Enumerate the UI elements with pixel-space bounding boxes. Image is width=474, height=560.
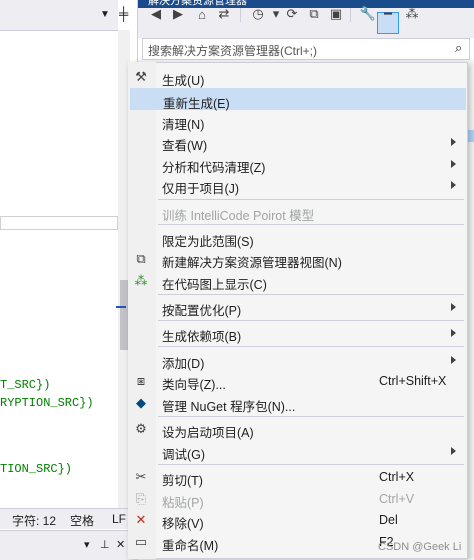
menu-item-paste: ⎘ 粘贴(P) Ctrl+V [130, 488, 466, 510]
menu-item-build-dependencies[interactable]: 生成依赖项(B) [130, 322, 466, 344]
menu-separator [158, 416, 464, 417]
status-whitespace[interactable]: 空格 [70, 512, 94, 529]
split-icon[interactable]: ╪ [119, 6, 128, 21]
menu-item-label: 生成依赖项(B) [162, 330, 242, 344]
pin-icon[interactable]: ⊥ [100, 538, 110, 551]
menu-item-label: 剪切(T) [162, 474, 203, 488]
code-line: RYPTION_SRC}) [0, 396, 94, 410]
menu-item-cut[interactable]: ✂ 剪切(T) Ctrl+X [130, 466, 466, 488]
menu-item-pgo[interactable]: 按配置优化(P) [130, 296, 466, 318]
submenu-arrow-icon [451, 329, 456, 337]
rename-icon: ▭ [134, 534, 148, 549]
menu-item-set-startup[interactable]: ⚙ 设为启动项目(A) [130, 418, 466, 440]
menu-item-clean[interactable]: 清理(N) [130, 110, 466, 132]
chevron-down-icon[interactable]: ▼ [100, 9, 110, 20]
menu-item-shortcut: Ctrl+V [379, 492, 415, 506]
remove-icon: ✕ [135, 512, 147, 527]
menu-item-add[interactable]: 添加(D) [130, 349, 466, 371]
collapse-all-icon[interactable]: ⧉ [306, 6, 322, 22]
menu-separator [158, 464, 464, 465]
menu-item-analyze[interactable]: 分析和代码清理(Z) [130, 153, 466, 175]
submenu-arrow-icon [451, 303, 456, 311]
menu-item-label: 按配置优化(P) [162, 304, 242, 318]
close-icon[interactable]: ✕ [116, 538, 125, 551]
code-line: T_SRC}) [0, 378, 51, 392]
menu-item-new-view[interactable]: ⧉ 新建解决方案资源管理器视图(N) [130, 248, 466, 270]
build-icon: ⚒ [135, 69, 147, 84]
menu-item-project-only[interactable]: 仅用于项目(J) [130, 174, 466, 196]
menu-item-class-wizard[interactable]: ⧆ 类向导(Z)... Ctrl+Shift+X [130, 370, 466, 392]
submenu-arrow-icon [451, 181, 456, 189]
menu-item-label: 类向导(Z)... [162, 378, 226, 392]
menu-item-shortcut: Del [379, 513, 398, 527]
menu-item-label: 设为启动项目(A) [162, 426, 254, 440]
menu-item-view[interactable]: 查看(W) [130, 131, 466, 153]
scissors-icon: ✂ [135, 469, 147, 484]
submenu-arrow-icon [451, 356, 456, 364]
bottom-panel-bar: ▾ ⊥ ✕ [0, 530, 138, 560]
preview-selected-icon[interactable]: ━ [380, 6, 396, 22]
submenu-arrow-icon [451, 447, 456, 455]
menu-separator [158, 320, 464, 321]
menu-item-show-on-code-map[interactable]: ⁂ 在代码图上显示(C) [130, 270, 466, 292]
editor-line-box [0, 216, 118, 230]
status-char-position: 字符: 12 [12, 514, 57, 528]
class-wizard-icon: ⧆ [136, 373, 146, 388]
menu-item-scope-to-this[interactable]: 限定为此范围(S) [130, 227, 466, 249]
submenu-arrow-icon [451, 160, 456, 168]
menu-item-label: 移除(V) [162, 517, 204, 531]
chevron-down-icon[interactable]: ▾ [268, 6, 284, 22]
code-map-icon: ⁂ [134, 273, 148, 288]
menu-item-label: 仅用于项目(J) [162, 182, 240, 196]
menu-item-train-intellicode: 训练 IntelliCode Poirot 模型 [130, 201, 466, 223]
menu-separator [158, 199, 464, 200]
menu-item-shortcut: Ctrl+X [379, 470, 415, 484]
paste-icon: ⎘ [135, 491, 147, 506]
nuget-icon: ◆ [136, 395, 146, 410]
menu-item-label: 新建解决方案资源管理器视图(N) [162, 256, 342, 270]
properties-wrench-icon[interactable]: 🔧 [360, 6, 376, 22]
menu-item-shortcut: Ctrl+Shift+X [379, 374, 447, 388]
menu-item-manage-nuget[interactable]: ◆ 管理 NuGet 程序包(N)... [130, 392, 466, 414]
pending-changes-icon[interactable]: ◷ [250, 6, 266, 22]
menu-item-label: 训练 IntelliCode Poirot 模型 [162, 209, 315, 223]
menu-item-remove[interactable]: ✕ 移除(V) Del [130, 509, 466, 531]
chevron-down-icon[interactable]: ▾ [84, 538, 90, 551]
forward-icon[interactable]: ▶ [170, 6, 186, 22]
watermark: CSDN @Geek Li [378, 541, 462, 553]
new-view-icon: ⧉ [136, 251, 146, 266]
search-input[interactable]: 搜索解决方案资源管理器(Ctrl+;) [148, 42, 317, 59]
menu-item-label: 查看(W) [162, 139, 208, 153]
menu-separator [158, 346, 464, 347]
home-icon[interactable]: ⌂ [194, 6, 210, 22]
refresh-icon[interactable]: ⟳ [284, 6, 300, 22]
back-icon[interactable]: ◀ [148, 6, 164, 22]
editor-status-bar: 字符: 12 空格 LF [0, 508, 138, 529]
menu-item-label: 管理 NuGet 程序包(N)... [162, 400, 296, 414]
submenu-arrow-icon [451, 138, 456, 146]
menu-item-label: 调试(G) [162, 448, 206, 462]
switch-views-icon[interactable]: ⇄ [216, 6, 232, 22]
menu-item-label: 在代码图上显示(C) [162, 278, 267, 292]
menu-item-label: 重命名(M) [162, 539, 219, 553]
menu-item-build[interactable]: ⚒ 生成(U) [130, 66, 466, 88]
menu-separator [158, 294, 464, 295]
editor-scrollbar-thumb[interactable] [120, 280, 128, 350]
gear-icon: ⚙ [135, 421, 147, 436]
menu-item-label: 生成(U) [162, 74, 205, 88]
menu-item-rebuild[interactable]: 重新生成(E) [130, 88, 466, 111]
menu-separator [158, 224, 464, 225]
status-line-ending[interactable]: LF [112, 512, 126, 526]
search-icon[interactable]: ⌕ [455, 40, 462, 56]
change-marker [116, 306, 126, 308]
show-all-files-icon[interactable]: ▣ [328, 6, 344, 22]
code-line: TION_SRC}) [0, 462, 73, 476]
code-map-icon[interactable]: ⁂ [404, 6, 420, 22]
menu-item-debug[interactable]: 调试(G) [130, 440, 466, 462]
